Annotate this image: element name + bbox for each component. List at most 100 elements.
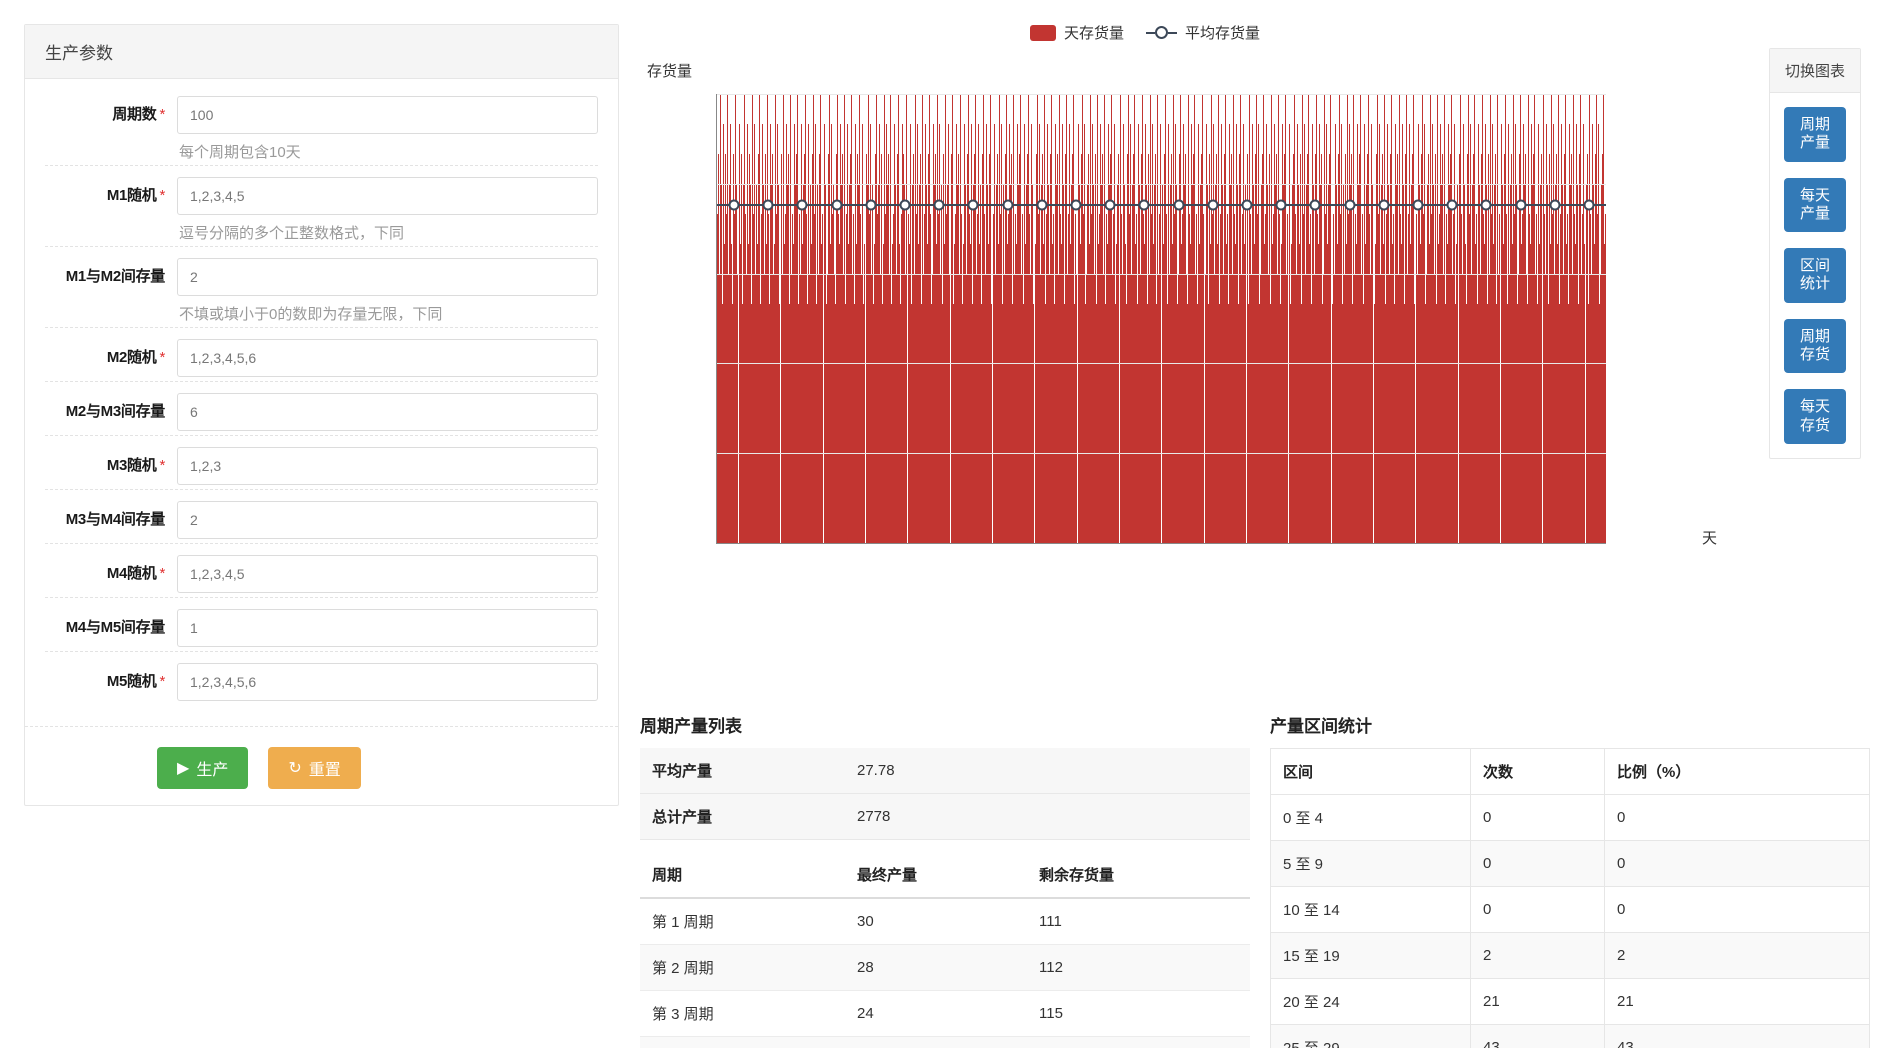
- legend-label-daily: 天存货量: [1063, 25, 1124, 42]
- legend-item-average-inventory[interactable]: 平均存货量: [1146, 22, 1260, 43]
- input-M1随机[interactable]: [177, 177, 598, 215]
- input-M2随机[interactable]: [177, 339, 598, 377]
- column-header[interactable]: 区间: [1270, 748, 1471, 795]
- reset-button[interactable]: ↻ 重置: [268, 747, 361, 789]
- y-axis-tick: 9: [716, 266, 717, 282]
- produce-button[interactable]: ▶ 生产: [157, 747, 249, 789]
- table-cell: 0: [1470, 886, 1605, 933]
- switch-btn-line1: 周期: [1799, 327, 1830, 345]
- x-axis-tick-mark: [718, 543, 719, 544]
- table-cell: 24: [845, 990, 1027, 1037]
- legend-label-average: 平均存货量: [1185, 25, 1261, 42]
- input-M4随机[interactable]: [177, 555, 598, 593]
- table-row: 25 至 294343: [1270, 1024, 1870, 1048]
- field-column: [177, 339, 598, 377]
- column-header[interactable]: 周期: [640, 852, 845, 899]
- average-line-marker: [762, 199, 774, 211]
- input-M5随机[interactable]: [177, 663, 598, 701]
- x-axis-tick-mark: [1251, 543, 1252, 544]
- table-cell: 21: [1470, 978, 1605, 1025]
- range-stats-block: 产量区间统计 区间 次数 比例（%） 0 至 4005 至 9 0 0 10 至 14 0 0…: [1270, 712, 1870, 1048]
- average-line-marker: [933, 199, 945, 211]
- column-header[interactable]: 比例（%）: [1604, 748, 1870, 795]
- field-label: M1与M2间存量: [65, 268, 166, 285]
- switch-btn-line1: 每天: [1799, 186, 1830, 204]
- switch-chart-button-周期产量[interactable]: 周期 产量: [1784, 107, 1846, 162]
- input-M3随机[interactable]: [177, 447, 598, 485]
- required-asterisk: *: [159, 106, 165, 123]
- gridline: [717, 94, 1606, 95]
- x-axis-tick-mark: [1118, 543, 1119, 544]
- table-cell: 0: [1470, 794, 1605, 841]
- field-label: M4与M5间存量: [65, 619, 166, 636]
- table-cell: 0 至 4: [1270, 794, 1471, 841]
- average-line-marker: [1138, 199, 1150, 211]
- average-line-marker: [1036, 199, 1048, 211]
- y-axis-label: 存货量: [647, 63, 693, 80]
- required-asterisk: *: [159, 349, 165, 366]
- y-axis-tick: 6: [716, 355, 717, 371]
- panel-title: 生产参数: [25, 25, 618, 79]
- field-label: M3随机 *: [106, 457, 165, 474]
- column-header[interactable]: 最终产量: [845, 852, 1027, 899]
- column-header[interactable]: 次数: [1470, 748, 1605, 795]
- field-help-text: 逗号分隔的多个正整数格式，下同: [179, 225, 405, 242]
- cycle-summary-table: 平均产量 27.78 总计产量 2778: [640, 748, 1250, 840]
- input-M1与M2间存量[interactable]: [177, 258, 598, 296]
- x-axis-label: 天: [1702, 530, 1718, 547]
- x-axis-tick-mark: [1295, 543, 1296, 544]
- legend-bar-swatch-icon: [1029, 24, 1056, 41]
- table-cell: 第 4 周期: [640, 1036, 845, 1048]
- field-help-text: 每个周期包含10天: [179, 144, 301, 161]
- form-row: M5随机 *: [45, 651, 598, 705]
- switch-chart-button-每天存货[interactable]: 每天 存货: [1784, 389, 1846, 444]
- x-axis-tick-mark: [1029, 543, 1030, 544]
- x-axis-tick-mark: [1162, 543, 1163, 544]
- average-line-marker: [1275, 199, 1287, 211]
- y-axis-tick: 3: [716, 445, 717, 461]
- field-label: M5随机 *: [106, 673, 165, 690]
- input-M4与M5间存量[interactable]: [177, 609, 598, 647]
- switch-btn-line2: 统计: [1799, 275, 1830, 293]
- range-table-title: 产量区间统计: [1270, 717, 1372, 736]
- x-axis-tick-mark: [1206, 543, 1207, 544]
- table-cell: 2: [1470, 932, 1605, 979]
- table-row: 10 至 14 0 0: [1270, 886, 1870, 933]
- average-line-marker: [1207, 199, 1219, 211]
- form-row: M2与M3间存量: [45, 381, 598, 435]
- average-line-marker: [1070, 199, 1082, 211]
- switch-chart-button-区间统计[interactable]: 区间 统计: [1784, 248, 1846, 303]
- field-column: [177, 555, 598, 593]
- table-cell: 第 2 周期: [640, 944, 845, 991]
- summary-key: 总计产量: [640, 793, 845, 840]
- table-row: 15 至 19 2 2: [1270, 932, 1870, 979]
- switch-chart-button-周期存货[interactable]: 周期 存货: [1784, 318, 1846, 374]
- legend-line-marker-icon: [1146, 26, 1177, 39]
- input-M2与M3间存量[interactable]: [177, 393, 598, 431]
- gridline: [717, 183, 1606, 185]
- reset-button-label: 重置: [308, 762, 341, 779]
- x-axis-tick-mark: [1340, 543, 1341, 544]
- summary-value: 27.78: [845, 748, 1250, 794]
- gridline: [717, 363, 1606, 365]
- average-line-marker: [967, 199, 979, 211]
- summary-value: 2778: [845, 793, 1250, 840]
- field-help-text: 不填或填小于0的数即为存量无限，下同: [179, 306, 443, 323]
- table-cell: 25 至 29: [1270, 1024, 1471, 1048]
- average-line-marker: [865, 199, 877, 211]
- average-line-marker: [1173, 199, 1185, 211]
- switch-chart-button-每天产量[interactable]: 每天 产量: [1784, 177, 1846, 233]
- table-cell: 43: [1470, 1024, 1605, 1048]
- input-周期数[interactable]: [177, 96, 598, 134]
- chart-plot-area: 0369121515110115120125130135140145150155…: [716, 94, 1606, 544]
- table-cell: 105: [1027, 1036, 1250, 1048]
- gridline: [717, 453, 1606, 455]
- field-column: [177, 447, 598, 485]
- table-cell: 112: [1027, 944, 1250, 991]
- x-axis-tick-mark: [1384, 543, 1385, 544]
- column-header[interactable]: 剩余存货量: [1027, 852, 1250, 899]
- table-cell: 0: [1470, 840, 1605, 887]
- legend-item-daily-inventory[interactable]: 天存货量: [1029, 22, 1124, 43]
- input-M3与M4间存量[interactable]: [177, 501, 598, 539]
- x-axis-tick-mark: [1562, 543, 1563, 544]
